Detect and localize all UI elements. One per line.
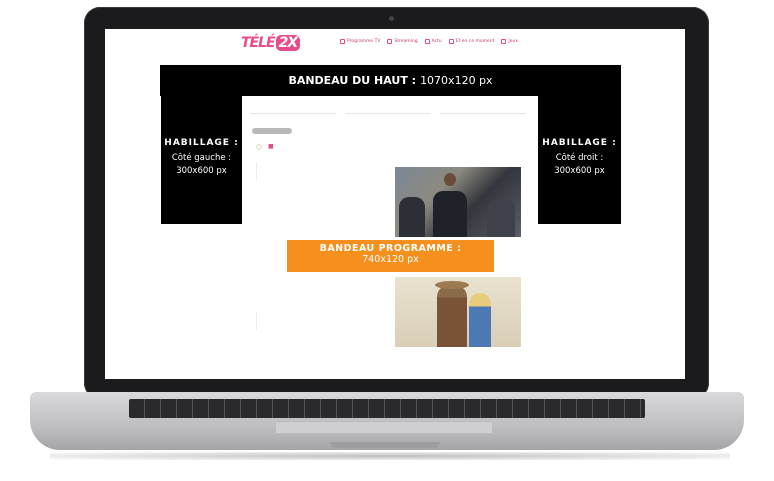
filter-3[interactable]	[440, 102, 526, 120]
ad-program-banner-title: BANDEAU PROGRAMME :	[319, 243, 462, 254]
ad-top-banner-size: 1070x120 px	[420, 74, 493, 87]
ad-top-banner-title: BANDEAU DU HAUT :	[288, 74, 417, 87]
program-info-2	[256, 312, 316, 330]
laptop-mockup: TÉLÉ 2X Programme TV Streaming Actu Et en…	[0, 0, 774, 481]
streaming-icon	[387, 39, 393, 44]
trackpad	[275, 421, 493, 434]
news-icon	[424, 39, 430, 44]
nav-item-programme-tv[interactable]: Programme TV	[340, 39, 380, 44]
ad-right-skin: HABILLAGE : Côté droit : 300x600 px	[538, 96, 621, 224]
filter-1[interactable]	[250, 102, 336, 120]
star-icon	[448, 39, 454, 44]
nav-label: Actu	[431, 39, 442, 44]
laptop-screen: TÉLÉ 2X Programme TV Streaming Actu Et en…	[105, 29, 685, 379]
ad-left-skin-size: 300x600 px	[176, 166, 227, 176]
ad-top-banner: BANDEAU DU HAUT : 1070x120 px	[160, 65, 621, 96]
game-icon	[501, 39, 507, 44]
nav-item-streaming[interactable]: Streaming	[387, 39, 418, 44]
main-nav: Programme TV Streaming Actu Et en ce mom…	[340, 39, 518, 44]
filter-2[interactable]	[345, 102, 431, 120]
nav-item-en-ce-moment[interactable]: Et en ce moment	[448, 39, 495, 44]
camera-icon	[389, 16, 394, 21]
site-header: TÉLÉ 2X Programme TV Streaming Actu Et en…	[105, 29, 685, 61]
program-info-1	[256, 162, 316, 180]
logo-text: TÉLÉ	[241, 35, 276, 51]
ad-left-skin-side: Côté gauche :	[171, 153, 232, 163]
leaf-icon: ◇	[256, 142, 263, 151]
nav-label: Jeux	[508, 39, 519, 44]
nav-item-actu[interactable]: Actu	[424, 39, 442, 44]
logo-badge: 2X	[275, 35, 301, 51]
ad-left-skin-title: HABILLAGE :	[164, 138, 239, 148]
channel-icon: ■	[268, 143, 274, 150]
nav-label: Et en ce moment	[455, 39, 495, 44]
laptop-shadow	[50, 452, 730, 460]
nav-item-jeux[interactable]: Jeux	[501, 39, 518, 44]
ad-program-banner: BANDEAU PROGRAMME : 740x120 px	[287, 240, 494, 272]
tv-icon	[340, 39, 345, 44]
nav-label: Streaming	[394, 39, 418, 44]
ad-right-skin-size: 300x600 px	[554, 166, 605, 176]
nav-label: Programme TV	[347, 39, 381, 44]
site-logo[interactable]: TÉLÉ 2X	[241, 35, 301, 51]
ad-left-skin: HABILLAGE : Côté gauche : 300x600 px	[161, 96, 242, 224]
program-image-2[interactable]	[395, 277, 521, 347]
ad-right-skin-title: HABILLAGE :	[542, 138, 617, 148]
ad-right-skin-side: Côté droit :	[555, 153, 604, 163]
ad-program-banner-size: 740x120 px	[362, 254, 419, 265]
program-image-1[interactable]	[395, 167, 521, 237]
laptop-notch	[330, 442, 440, 448]
keyboard	[129, 399, 645, 418]
section-tag	[252, 128, 292, 134]
